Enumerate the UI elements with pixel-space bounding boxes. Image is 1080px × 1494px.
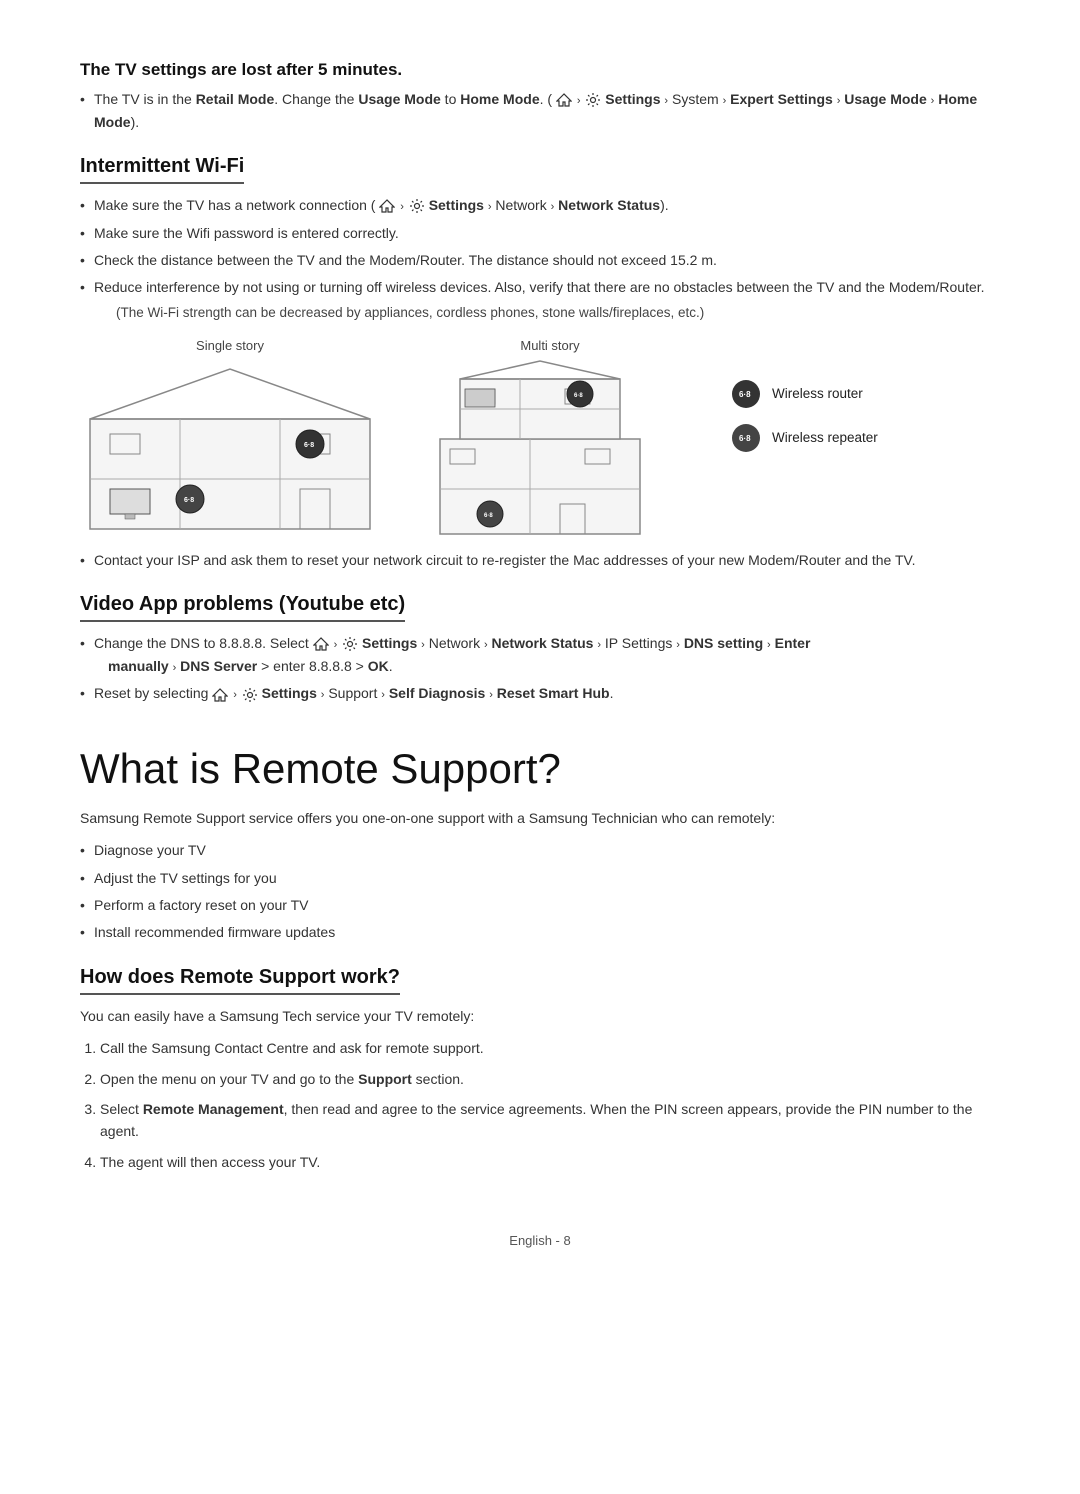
remote-bullet-3: Perform a factory reset on your TV xyxy=(80,894,1000,916)
remote-support-intro: Samsung Remote Support service offers yo… xyxy=(80,807,1000,829)
multi-story-svg: 6·8 6·8 xyxy=(410,359,690,539)
wifi-item5: Contact your ISP and ask them to reset y… xyxy=(80,549,1000,571)
tv-settings-text1-mid3: . ( xyxy=(540,91,552,107)
remote-support-heading: What is Remote Support? xyxy=(80,745,1000,793)
repeater-label: Wireless repeater xyxy=(772,430,878,445)
usage-mode-label: Usage Mode xyxy=(358,91,440,107)
wifi-item1: Make sure the TV has a network connectio… xyxy=(80,194,1000,217)
tv-settings-item1: The TV is in the Retail Mode. Change the… xyxy=(80,88,1000,133)
video-path1-cont: manually › DNS Server > enter 8.8.8.8 > … xyxy=(94,658,393,674)
wifi-path1: Settings › Network › Network Status). xyxy=(429,197,669,213)
settings-icon-1 xyxy=(585,92,601,108)
svg-text:6·8: 6·8 xyxy=(739,390,751,399)
legend-repeater: 6·8 Wireless repeater xyxy=(730,422,878,454)
tv-settings-text1-mid2: to xyxy=(441,91,460,107)
tv-settings-text1-mid: . Change the xyxy=(274,91,358,107)
arrow-icon-1: › xyxy=(577,95,581,107)
settings-icon-2 xyxy=(409,198,425,214)
settings-icon-3 xyxy=(342,636,358,652)
remote-support-bullets: Diagnose your TV Adjust the TV settings … xyxy=(80,839,1000,944)
how-step-1: Call the Samsung Contact Centre and ask … xyxy=(100,1037,1000,1059)
tv-settings-section: The TV settings are lost after 5 minutes… xyxy=(80,60,1000,133)
wifi-item2: Make sure the Wifi password is entered c… xyxy=(80,222,1000,244)
home-icon-2 xyxy=(379,198,395,214)
video-app-heading: Video App problems (Youtube etc) xyxy=(80,593,405,622)
diagrams-row: Single story 6·8 xyxy=(80,338,1000,539)
wifi-note: (The Wi-Fi strength can be decreased by … xyxy=(98,305,1000,320)
svg-text:6·8: 6·8 xyxy=(484,513,493,519)
single-story-label: Single story xyxy=(196,338,264,353)
how-step-2: Open the menu on your TV and go to the S… xyxy=(100,1068,1000,1090)
svg-text:6·8: 6·8 xyxy=(304,442,314,449)
home-icon-3 xyxy=(313,636,329,652)
tv-settings-list: The TV is in the Retail Mode. Change the… xyxy=(80,88,1000,133)
router-label: Wireless router xyxy=(772,386,863,401)
video-app-section: Video App problems (Youtube etc) Change … xyxy=(80,593,1000,705)
svg-text:6·8: 6·8 xyxy=(184,497,194,504)
how-remote-section: How does Remote Support work? You can ea… xyxy=(80,966,1000,1173)
svg-text:6·8: 6·8 xyxy=(574,393,583,399)
video-path2: Settings › Support › Self Diagnosis › Re… xyxy=(262,685,614,701)
how-remote-intro: You can easily have a Samsung Tech servi… xyxy=(80,1005,1000,1027)
wifi-list-2: Contact your ISP and ask them to reset y… xyxy=(80,549,1000,571)
wifi-heading: Intermittent Wi-Fi xyxy=(80,155,244,184)
how-remote-heading: How does Remote Support work? xyxy=(80,966,400,995)
settings-icon-4 xyxy=(242,687,258,703)
wifi-list: Make sure the TV has a network connectio… xyxy=(80,194,1000,299)
wifi-text5: Contact your ISP and ask them to reset y… xyxy=(94,552,915,568)
repeater-icon-legend: 6·8 xyxy=(730,422,762,454)
footer-text: English - 8 xyxy=(509,1233,570,1248)
home-mode-label: Home Mode xyxy=(460,91,539,107)
home-icon-1 xyxy=(556,92,572,108)
how-step-4: The agent will then access your TV. xyxy=(100,1151,1000,1173)
wifi-section: Intermittent Wi-Fi Make sure the TV has … xyxy=(80,155,1000,571)
multi-story-label: Multi story xyxy=(520,338,579,353)
svg-text:6·8: 6·8 xyxy=(739,434,751,443)
diagram-legend: 6·8 Wireless router 6·8 Wireless repeate… xyxy=(730,378,878,454)
single-story-svg: 6·8 6·8 xyxy=(80,359,380,539)
remote-bullet-2: Adjust the TV settings for you xyxy=(80,867,1000,889)
page-footer: English - 8 xyxy=(80,1233,1000,1248)
tv-settings-text1-prefix: The TV is in the xyxy=(94,91,196,107)
how-step-3: Select Remote Management, then read and … xyxy=(100,1098,1000,1143)
home-icon-4 xyxy=(212,687,228,703)
video-app-item1: Change the DNS to 8.8.8.8. Select › Sett… xyxy=(80,632,1000,677)
remote-support-section: What is Remote Support? Samsung Remote S… xyxy=(80,745,1000,944)
video-app-item2: Reset by selecting › Settings › Support … xyxy=(80,682,1000,705)
remote-bullet-1: Diagnose your TV xyxy=(80,839,1000,861)
video-path1: Settings › Network › Network Status › IP… xyxy=(362,635,810,651)
single-story-diagram: Single story 6·8 xyxy=(80,338,380,539)
tv-settings-heading: The TV settings are lost after 5 minutes… xyxy=(80,60,1000,80)
legend-router: 6·8 Wireless router xyxy=(730,378,878,410)
wifi-item4: Reduce interference by not using or turn… xyxy=(80,276,1000,298)
video-text1-prefix: Change the DNS to 8.8.8.8. Select xyxy=(94,635,313,651)
wifi-item3: Check the distance between the TV and th… xyxy=(80,249,1000,271)
multi-story-diagram: Multi story xyxy=(410,338,690,539)
video-text2-prefix: Reset by selecting xyxy=(94,685,212,701)
retail-mode-label: Retail Mode xyxy=(196,91,275,107)
remote-bullet-4: Install recommended firmware updates xyxy=(80,921,1000,943)
router-icon-legend: 6·8 xyxy=(730,378,762,410)
how-remote-steps: Call the Samsung Contact Centre and ask … xyxy=(80,1037,1000,1173)
wifi-text1-prefix: Make sure the TV has a network connectio… xyxy=(94,197,375,213)
video-app-list: Change the DNS to 8.8.8.8. Select › Sett… xyxy=(80,632,1000,705)
